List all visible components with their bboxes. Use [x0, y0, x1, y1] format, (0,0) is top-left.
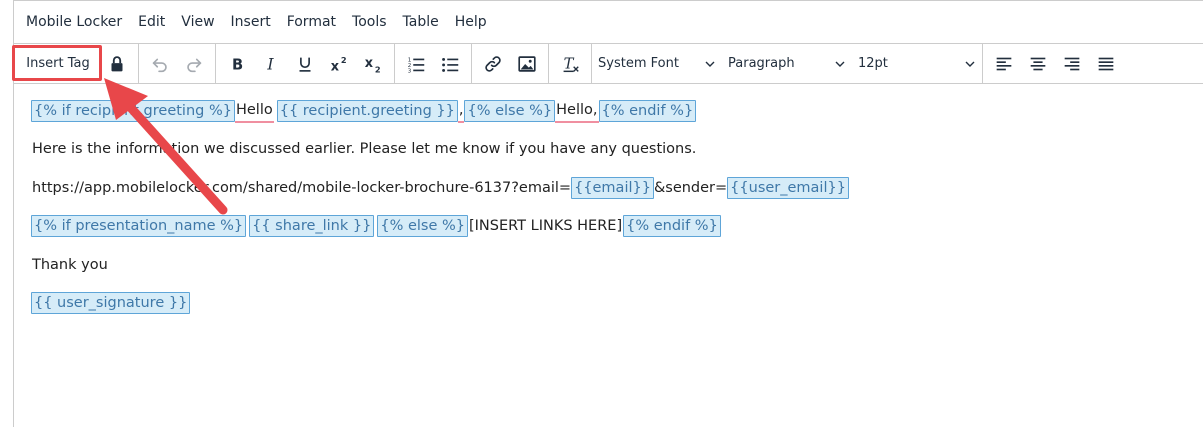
menu-format[interactable]: Format [279, 1, 344, 43]
font-size-value: 12pt [858, 56, 888, 71]
undo-button[interactable] [143, 47, 177, 81]
image-icon [518, 55, 536, 72]
svg-text:x: x [365, 55, 374, 70]
content-text: Hello, [555, 99, 599, 123]
template-tag[interactable]: {% else %} [377, 215, 468, 237]
undo-icon [152, 58, 167, 72]
content-line-links: {% if presentation_name %} {{ share_link… [31, 215, 721, 237]
chevron-down-icon [704, 58, 716, 70]
numbered-list-icon: 123 [408, 57, 425, 74]
svg-text:B: B [232, 56, 243, 73]
italic-icon: I [266, 55, 274, 73]
svg-text:2: 2 [341, 55, 347, 65]
template-tag[interactable]: {% if presentation_name %} [31, 215, 247, 237]
align-left-icon [996, 57, 1012, 70]
svg-text:T: T [564, 55, 575, 72]
chevron-down-icon [834, 58, 846, 70]
template-tag[interactable]: {% endif %} [623, 215, 721, 237]
link-button[interactable] [476, 47, 510, 81]
bullet-list-button[interactable] [433, 47, 467, 81]
toolbar-group-text-style: B I x2 x2 [216, 44, 395, 83]
toolbar-group-align [983, 44, 1127, 83]
justify-icon [1098, 57, 1114, 70]
rich-text-editor: Mobile Locker Edit View Insert Format To… [12, 0, 1203, 427]
block-format-select[interactable]: Paragraph [722, 47, 852, 81]
redo-button[interactable] [177, 47, 211, 81]
bold-icon: B [232, 56, 243, 73]
menu-view[interactable]: View [173, 1, 222, 43]
menu-edit[interactable]: Edit [130, 1, 173, 43]
svg-text:x: x [331, 59, 340, 74]
svg-text:2: 2 [375, 64, 381, 74]
justify-button[interactable] [1089, 47, 1123, 81]
chevron-down-icon [964, 58, 976, 70]
clear-formatting-button[interactable]: T [553, 47, 587, 81]
image-button[interactable] [510, 47, 544, 81]
svg-text:I: I [266, 55, 274, 73]
toolbar: Insert Tag B I x 2 x 2 1 2 3 T System Fo… [12, 43, 1203, 84]
lock-icon [111, 55, 123, 71]
template-tag[interactable]: {{ recipient.greeting }} [276, 100, 458, 122]
content-text: [INSERT LINKS HERE] [469, 218, 623, 234]
content-text: , [457, 99, 465, 123]
bullet-list-icon [442, 57, 459, 72]
align-center-icon [1030, 57, 1046, 70]
toolbar-group-lists: 123 [395, 44, 472, 83]
superscript-icon: x2 [331, 55, 347, 74]
insert-tag-label: Insert Tag [26, 56, 90, 71]
underline-button[interactable] [288, 47, 322, 81]
content-line-thanks: Thank you [31, 254, 108, 276]
font-family-select[interactable]: System Font [592, 47, 722, 81]
template-tag[interactable]: {% else %} [464, 100, 556, 122]
template-tag[interactable]: {{user_email}} [727, 177, 849, 199]
template-tag[interactable]: {{ share_link }} [249, 215, 375, 237]
toolbar-group-insert [472, 44, 549, 83]
redo-icon [187, 58, 202, 72]
template-tag[interactable]: {{ user_signature }} [31, 292, 191, 314]
subscript-button[interactable]: x2 [356, 47, 390, 81]
align-left-button[interactable] [987, 47, 1021, 81]
bold-button[interactable]: B [220, 47, 254, 81]
superscript-button[interactable]: x2 [322, 47, 356, 81]
content-text: Here is the information we discussed ear… [32, 141, 697, 157]
menu-help[interactable]: Help [447, 1, 495, 43]
lock-button[interactable] [100, 47, 134, 81]
toolbar-group-selects: System Font Paragraph 12pt [592, 44, 983, 83]
toolbar-group-tags: Insert Tag [12, 44, 139, 83]
template-tag[interactable]: {{email}} [571, 177, 654, 199]
menubar: Mobile Locker Edit View Insert Format To… [14, 1, 1203, 43]
insert-tag-button[interactable]: Insert Tag [12, 44, 102, 81]
content-text: Thank you [32, 257, 108, 273]
menu-table[interactable]: Table [395, 1, 447, 43]
content-line-info: Here is the information we discussed ear… [31, 138, 696, 160]
toolbar-group-clear: T [549, 44, 592, 83]
underline-icon [299, 57, 311, 72]
align-right-button[interactable] [1055, 47, 1089, 81]
content-line-signature: {{ user_signature }} [31, 292, 191, 314]
template-tag[interactable]: {% if recipient.greeting %} [31, 100, 235, 122]
align-center-button[interactable] [1021, 47, 1055, 81]
content-text: Hello [234, 99, 274, 123]
font-family-value: System Font [598, 56, 679, 71]
content-line-greeting: {% if recipient.greeting %} Hello {{ rec… [31, 99, 697, 123]
content-line-url: https://app.mobilelocker.com/shared/mobi… [31, 177, 849, 199]
block-format-value: Paragraph [728, 56, 795, 71]
menu-insert[interactable]: Insert [223, 1, 279, 43]
italic-button[interactable]: I [254, 47, 288, 81]
subscript-icon: x2 [365, 55, 381, 74]
template-tag[interactable]: {% endif %} [598, 100, 697, 122]
content-text: https://app.mobilelocker.com/shared/mobi… [32, 180, 572, 196]
font-size-select[interactable]: 12pt [852, 47, 982, 81]
content-text: &sender= [653, 180, 728, 196]
svg-text:3: 3 [408, 68, 412, 74]
align-right-icon [1064, 57, 1080, 70]
menu-mobile-locker[interactable]: Mobile Locker [18, 1, 130, 43]
toolbar-group-history [139, 44, 216, 83]
numbered-list-button[interactable]: 123 [399, 47, 433, 81]
menu-tools[interactable]: Tools [344, 1, 395, 43]
link-icon [485, 55, 501, 72]
clear-formatting-icon: T [564, 55, 579, 72]
